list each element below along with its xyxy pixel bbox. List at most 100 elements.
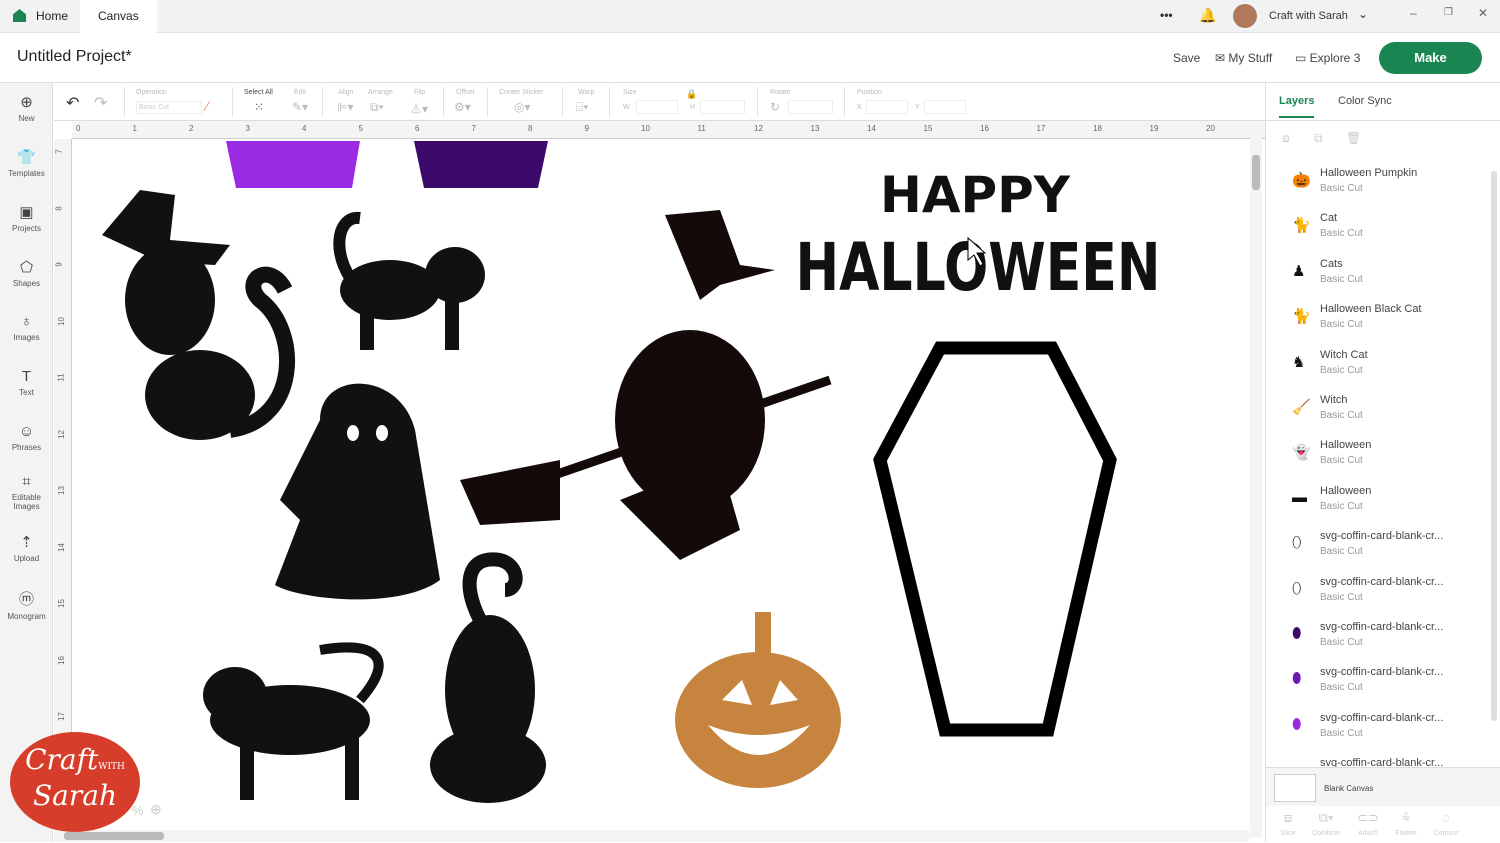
chevron-down-icon[interactable]: ⌄ bbox=[1358, 7, 1368, 21]
cat-sitting[interactable] bbox=[430, 552, 546, 803]
layer-item[interactable]: ⬯ svg-coffin-card-blank-cr... Basic Cut bbox=[1266, 568, 1488, 613]
witch-cat[interactable] bbox=[102, 190, 295, 440]
label: Phrases bbox=[11, 443, 42, 452]
undo-icon[interactable]: ↶ bbox=[66, 93, 79, 113]
rotate-input[interactable] bbox=[788, 100, 833, 114]
sidebar-item-upload[interactable]: ⇡ Upload bbox=[0, 533, 53, 563]
flip-icon[interactable]: ⏃▾ bbox=[410, 100, 428, 117]
combine-icon[interactable]: ⧉▾ bbox=[1306, 810, 1346, 826]
vertical-scrollbar[interactable] bbox=[1250, 125, 1262, 838]
contour-icon[interactable]: ◌ bbox=[1426, 810, 1466, 825]
group-icon[interactable]: ⧈ bbox=[1282, 131, 1290, 146]
edit-icon[interactable]: ✎▾ bbox=[292, 100, 308, 114]
layer-item[interactable]: ♟ Cats Basic Cut bbox=[1266, 250, 1488, 295]
layer-item[interactable]: ⬯ svg-coffin-card-blank-cr... Basic Cut bbox=[1266, 522, 1488, 567]
attach-button[interactable]: Attach bbox=[1348, 830, 1388, 837]
user-name[interactable]: Craft with Sarah bbox=[1269, 10, 1348, 22]
x-label: X bbox=[857, 104, 862, 111]
y-input[interactable] bbox=[924, 100, 966, 114]
pen-color-icon[interactable]: ⁄ bbox=[206, 98, 208, 114]
close-button[interactable]: ✕ bbox=[1478, 6, 1488, 20]
avatar[interactable] bbox=[1233, 4, 1257, 28]
more-menu-button[interactable]: ••• bbox=[1160, 8, 1173, 22]
offset-icon[interactable]: ⚙▾ bbox=[454, 100, 471, 114]
tab-layers[interactable]: Layers bbox=[1279, 95, 1315, 118]
witch-on-broom[interactable] bbox=[460, 210, 832, 560]
height-input[interactable] bbox=[700, 100, 745, 114]
layers-scrollbar[interactable] bbox=[1490, 159, 1498, 767]
blank-canvas-swatch[interactable] bbox=[1274, 774, 1316, 802]
layer-name: Cat bbox=[1320, 212, 1338, 225]
layer-item[interactable]: 👻 Halloween Basic Cut bbox=[1266, 431, 1488, 476]
sidebar-item-editable-images[interactable]: ⌗ Editable Images bbox=[0, 473, 53, 511]
combine-button[interactable]: Combine bbox=[1306, 830, 1346, 837]
restore-button[interactable]: ❐ bbox=[1444, 7, 1453, 18]
make-button[interactable]: Make bbox=[1379, 42, 1482, 74]
layer-item[interactable]: ♞ Witch Cat Basic Cut bbox=[1266, 341, 1488, 386]
sidebar-item-templates[interactable]: 👕 Templates bbox=[0, 148, 53, 178]
layer-item[interactable]: 🐈 Halloween Black Cat Basic Cut bbox=[1266, 295, 1488, 340]
layer-type: Basic Cut bbox=[1320, 228, 1363, 240]
design-canvas[interactable]: 0 1 2 3 4 5 6 7 8 9 10 11 12 13 14 15 16 17 18 19 20 7 8 9 10 11… bbox=[54, 121, 1265, 842]
sidebar-item-text[interactable]: T Text bbox=[0, 368, 53, 397]
home-icon bbox=[13, 9, 26, 22]
layer-item[interactable]: ▬ Halloween Basic Cut bbox=[1266, 477, 1488, 522]
lock-icon[interactable]: 🔒 bbox=[686, 89, 697, 100]
select-all-icon[interactable]: ⁙ bbox=[254, 100, 264, 114]
delete-icon[interactable]: 🗑 bbox=[1346, 131, 1361, 145]
sidebar-item-new[interactable]: ⊕ New bbox=[0, 93, 53, 123]
cat[interactable] bbox=[333, 211, 485, 350]
horizontal-scrollbar[interactable] bbox=[54, 830, 1249, 842]
sidebar-item-monogram[interactable]: ⓜ Monogram bbox=[0, 588, 53, 621]
my-stuff-button[interactable]: ✉ My Stuff bbox=[1215, 51, 1272, 65]
layer-item[interactable]: ⬮ svg-coffin-card-blank-cr... Basic Cut bbox=[1266, 613, 1488, 658]
sidebar-item-images[interactable]: ♁ Images bbox=[0, 313, 53, 342]
purple-coffin-piece[interactable] bbox=[226, 141, 360, 188]
flatten-button[interactable]: Flatten bbox=[1386, 830, 1426, 837]
halloween-text[interactable]: HALLOWEEN bbox=[796, 229, 1161, 306]
cat-arched[interactable] bbox=[203, 642, 384, 800]
coffin-outline[interactable] bbox=[873, 341, 1117, 737]
bell-icon[interactable]: 🔔 bbox=[1199, 7, 1216, 24]
slice-icon[interactable]: ⧈ bbox=[1268, 810, 1308, 826]
label: Monogram bbox=[7, 612, 46, 621]
align-icon[interactable]: ⊫▾ bbox=[337, 100, 353, 114]
pumpkin[interactable] bbox=[675, 612, 841, 788]
ghost[interactable] bbox=[275, 383, 458, 600]
sticker-icon[interactable]: ◎▾ bbox=[514, 100, 531, 114]
layer-item[interactable]: 🧹 Witch Basic Cut bbox=[1266, 386, 1488, 431]
project-title[interactable]: Untitled Project* bbox=[17, 48, 132, 66]
layer-item[interactable]: ▬svg-coffin-card-blank-cr... bbox=[1266, 749, 1488, 767]
sidebar-item-shapes[interactable]: ⬠ Shapes bbox=[0, 258, 53, 288]
explore-button[interactable]: ▭ Explore 3 bbox=[1295, 51, 1360, 65]
tab-color-sync[interactable]: Color Sync bbox=[1338, 95, 1392, 107]
attach-icon[interactable]: ⊂⊃ bbox=[1348, 810, 1388, 826]
arrange-label: Arrange bbox=[368, 89, 393, 96]
contour-button[interactable]: Contour bbox=[1426, 830, 1466, 837]
layer-item[interactable]: ⬮ svg-coffin-card-blank-cr... Basic Cut bbox=[1266, 704, 1488, 749]
duplicate-icon[interactable]: ⧉ bbox=[1314, 131, 1323, 146]
layer-item[interactable]: ⬮ svg-coffin-card-blank-cr... Basic Cut bbox=[1266, 658, 1488, 703]
arrange-icon[interactable]: ⧉▾ bbox=[370, 100, 384, 115]
layer-item[interactable]: 🎃 Halloween Pumpkin Basic Cut bbox=[1266, 159, 1488, 204]
save-button[interactable]: Save bbox=[1173, 51, 1200, 65]
sidebar-item-phrases[interactable]: ☺ Phrases bbox=[0, 423, 53, 452]
canvas-artwork: HAPPY HALLOWEEN bbox=[102, 141, 1161, 803]
tab-home[interactable]: Home bbox=[36, 0, 68, 33]
tab-canvas[interactable]: Canvas bbox=[80, 0, 157, 33]
minimize-button[interactable]: – bbox=[1410, 6, 1417, 20]
redo-icon[interactable]: ↷ bbox=[94, 93, 107, 113]
select-all-label: Select All bbox=[244, 89, 273, 96]
operation-select[interactable]: Basic Cut bbox=[136, 101, 202, 114]
warp-icon[interactable]: ⌸▾ bbox=[576, 100, 588, 115]
layer-thumbnail-icon: ⬯ bbox=[1292, 579, 1302, 597]
zoom-in-button[interactable]: ⊕ bbox=[150, 801, 162, 818]
x-input[interactable] bbox=[866, 100, 908, 114]
flatten-icon[interactable]: ⩯ bbox=[1386, 810, 1426, 826]
slice-button[interactable]: Slice bbox=[1268, 830, 1308, 837]
happy-text[interactable]: HAPPY bbox=[880, 166, 1071, 224]
sidebar-item-projects[interactable]: ▣ Projects bbox=[0, 203, 53, 233]
width-input[interactable] bbox=[636, 100, 678, 114]
dark-purple-coffin-piece[interactable] bbox=[414, 141, 548, 188]
layer-item[interactable]: 🐈 Cat Basic Cut bbox=[1266, 204, 1488, 249]
